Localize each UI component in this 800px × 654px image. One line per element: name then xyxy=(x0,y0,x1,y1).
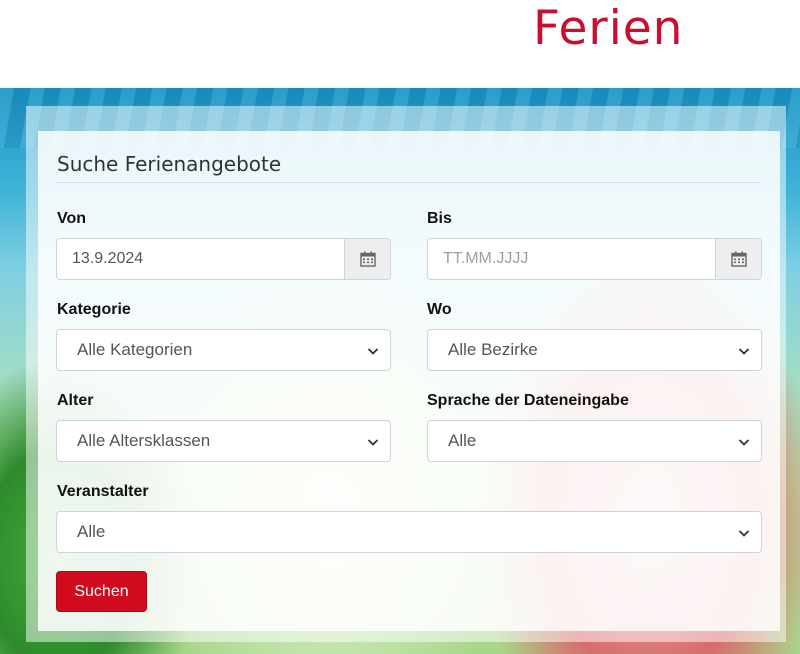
alter-selected-value: Alle Altersklassen xyxy=(77,431,211,450)
calendar-icon xyxy=(359,251,376,267)
veranstalter-label: Veranstalter xyxy=(57,483,149,500)
sprache-select[interactable]: Alle xyxy=(427,420,762,462)
sprache-selected-value: Alle xyxy=(448,431,477,450)
bis-date-input[interactable] xyxy=(428,239,715,279)
veranstalter-select[interactable]: Alle xyxy=(56,511,762,553)
kategorie-label: Kategorie xyxy=(57,301,131,318)
alter-label: Alter xyxy=(57,392,94,409)
von-date-input[interactable] xyxy=(57,239,344,279)
bis-label: Bis xyxy=(427,210,452,227)
alter-select[interactable]: Alle Altersklassen xyxy=(56,420,391,462)
von-date-group xyxy=(56,238,391,280)
chevron-down-icon xyxy=(738,348,750,355)
wo-selected-value: Alle Bezirke xyxy=(448,340,538,359)
chevron-down-icon xyxy=(367,348,379,355)
wo-label: Wo xyxy=(427,301,452,318)
title-divider xyxy=(57,182,760,183)
bis-calendar-button[interactable] xyxy=(715,239,761,279)
chevron-down-icon xyxy=(367,439,379,446)
sprache-label: Sprache der Dateneingabe xyxy=(427,392,629,409)
von-label: Von xyxy=(57,210,87,227)
veranstalter-selected-value: Alle xyxy=(77,522,106,541)
search-form-card xyxy=(38,131,780,631)
brand-title: Ferien xyxy=(533,1,684,56)
form-title: Suche Ferienangebote xyxy=(57,152,282,176)
von-calendar-button[interactable] xyxy=(344,239,390,279)
chevron-down-icon xyxy=(738,530,750,537)
wo-select[interactable]: Alle Bezirke xyxy=(427,329,762,371)
chevron-down-icon xyxy=(738,439,750,446)
bis-date-group xyxy=(427,238,762,280)
kategorie-select[interactable]: Alle Kategorien xyxy=(56,329,391,371)
calendar-icon xyxy=(730,251,747,267)
site-header: Ferien xyxy=(0,0,800,88)
search-button[interactable]: Suchen xyxy=(56,571,147,612)
kategorie-selected-value: Alle Kategorien xyxy=(77,340,193,359)
